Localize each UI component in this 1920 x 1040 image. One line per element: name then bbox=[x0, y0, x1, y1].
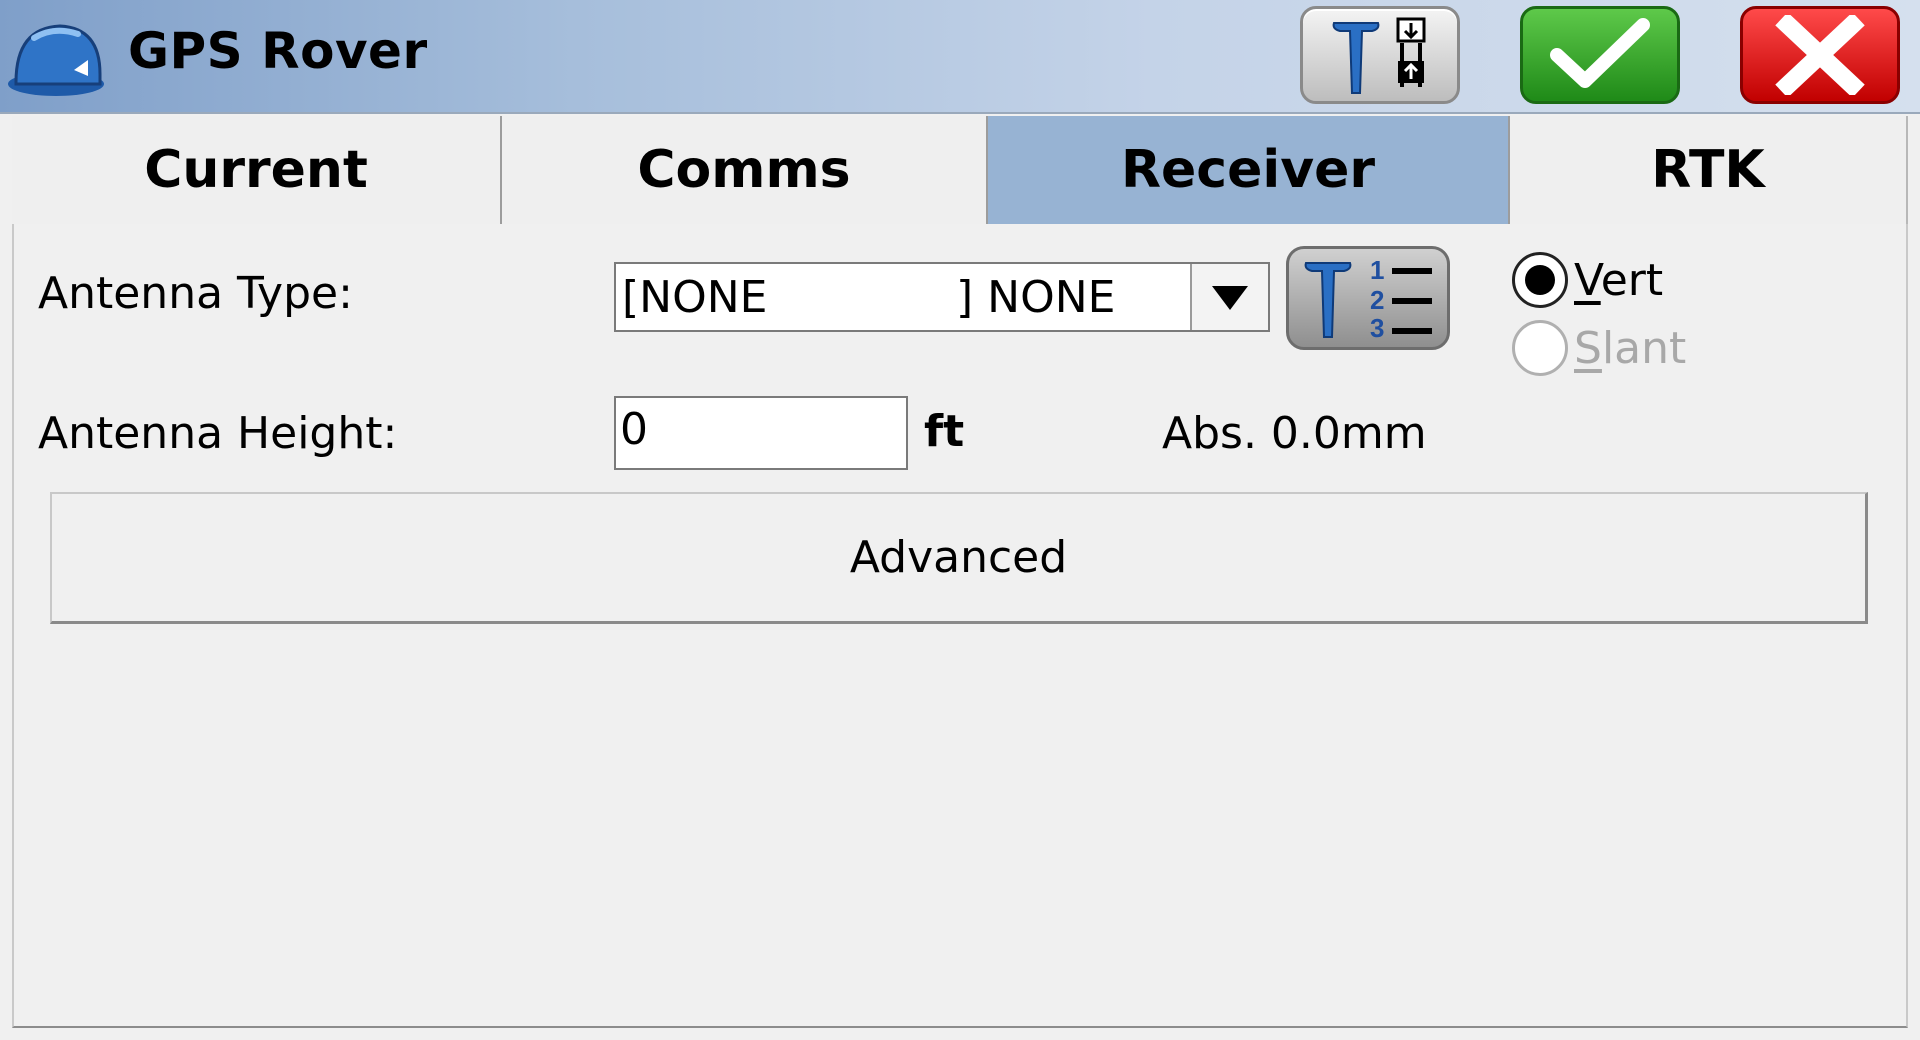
slant-mnemonic: S bbox=[1574, 322, 1602, 374]
antenna-height-label: Antenna Height: bbox=[38, 408, 398, 459]
hard-hat-icon bbox=[8, 24, 104, 96]
antenna-height-input[interactable]: 0 bbox=[614, 396, 908, 470]
antenna-list-icon: 1 2 3 bbox=[1304, 255, 1432, 343]
tab-bar: Current Comms Receiver RTK bbox=[12, 116, 1908, 224]
window-title: GPS Rover bbox=[128, 22, 428, 80]
antenna-type-label: Antenna Type: bbox=[38, 268, 353, 319]
antenna-type-code: [NONE bbox=[622, 272, 768, 323]
antenna-list-button[interactable]: 1 2 3 bbox=[1286, 246, 1450, 350]
close-button[interactable] bbox=[1740, 6, 1900, 104]
vert-mnemonic: V bbox=[1574, 254, 1601, 306]
tab-comms[interactable]: Comms bbox=[502, 116, 988, 224]
rover-antenna-icon bbox=[1332, 17, 1426, 94]
svg-text:2: 2 bbox=[1370, 285, 1384, 315]
title-bar: GPS Rover bbox=[0, 0, 1920, 114]
chevron-down-icon bbox=[1212, 286, 1248, 310]
advanced-button[interactable]: Advanced bbox=[50, 492, 1868, 624]
dropdown-arrow-button[interactable] bbox=[1190, 264, 1268, 330]
abs-height-readout: Abs. 0.0mm bbox=[1162, 408, 1427, 459]
slant-radio[interactable]: Slant bbox=[1512, 320, 1686, 376]
antenna-type-name: ] NONE bbox=[956, 272, 1116, 323]
radio-selected-dot bbox=[1525, 265, 1555, 295]
slant-radio-circle bbox=[1512, 320, 1568, 376]
vert-radio-label: Vert bbox=[1574, 254, 1664, 306]
tab-receiver[interactable]: Receiver bbox=[988, 116, 1510, 224]
svg-text:3: 3 bbox=[1370, 313, 1384, 343]
close-x-icon bbox=[1775, 15, 1865, 95]
tab-current[interactable]: Current bbox=[12, 116, 502, 224]
vert-radio[interactable]: Vert bbox=[1512, 252, 1663, 308]
svg-text:1: 1 bbox=[1370, 255, 1384, 285]
height-unit-label: ft bbox=[924, 406, 965, 457]
antenna-type-dropdown[interactable]: [NONE ] NONE bbox=[614, 262, 1270, 332]
vert-radio-circle bbox=[1512, 252, 1568, 308]
rover-settings-button[interactable] bbox=[1300, 6, 1460, 104]
slant-radio-label: Slant bbox=[1574, 322, 1687, 374]
ok-button[interactable] bbox=[1520, 6, 1680, 104]
checkmark-icon bbox=[1550, 18, 1650, 88]
tab-rtk[interactable]: RTK bbox=[1510, 116, 1908, 224]
